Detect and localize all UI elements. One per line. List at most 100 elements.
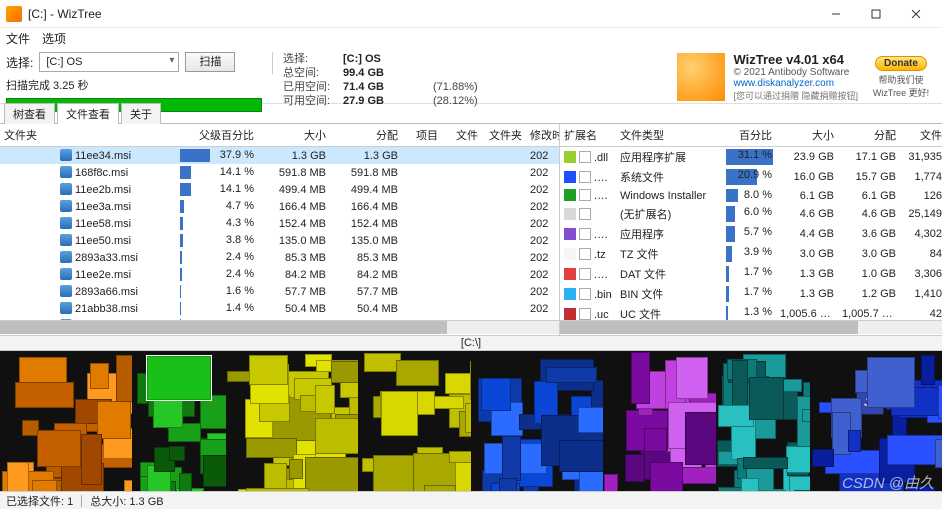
filetype-icon — [579, 171, 591, 183]
alloc-value: 1.0 GB — [838, 264, 900, 284]
menu-options[interactable]: 选项 — [42, 30, 66, 47]
treemap-column[interactable] — [0, 351, 132, 491]
size-value: 152.4 MB — [258, 215, 330, 232]
alloc-value: 1.3 GB — [330, 147, 402, 165]
pct-value: 20.9 % — [738, 167, 772, 183]
file-tree-scroll[interactable]: 文件夹 父级百分比 大小 分配 项目 文件 文件夹 修改时 11ee34.msi… — [0, 124, 559, 320]
modified-value: 202 — [526, 232, 559, 249]
treemap-column[interactable] — [716, 351, 810, 491]
color-swatch — [564, 268, 576, 280]
col-size[interactable]: 大小 — [258, 124, 330, 147]
table-row[interactable]: 11ee2b.msi14.1 %499.4 MB499.4 MB202 — [0, 181, 559, 198]
col-ext-alloc[interactable]: 分配 — [838, 124, 900, 147]
col-folder[interactable]: 文件夹 — [0, 124, 180, 147]
col-modified[interactable]: 修改时 — [526, 124, 559, 147]
col-items[interactable]: 项目 — [402, 124, 442, 147]
h-scrollbar-left[interactable] — [0, 320, 559, 334]
treemap-column[interactable] — [358, 351, 471, 491]
table-row[interactable]: 11ee50.msi3.8 %135.0 MB135.0 MB202 — [0, 232, 559, 249]
col-alloc[interactable]: 分配 — [330, 124, 402, 147]
table-row[interactable]: .msiWindows Installer8.0 %6.1 GB6.1 GB12… — [560, 187, 942, 204]
close-button[interactable] — [896, 0, 936, 28]
table-row[interactable]: .ucUC 文件1.3 %1,005.6 MB1,005.7 MB42 — [560, 304, 942, 320]
tab-file-search[interactable]: 文件查看 — [57, 103, 119, 124]
treemap[interactable]: J9 — [0, 351, 942, 491]
app-version: WizTree v4.01 x64 — [733, 52, 858, 67]
file-icon — [60, 285, 72, 297]
treemap-column[interactable] — [471, 351, 603, 491]
tab-about[interactable]: 关于 — [121, 103, 161, 124]
minimize-button[interactable] — [816, 0, 856, 28]
file-name: 11ee2b.msi — [75, 184, 131, 196]
alloc-value: 152.4 MB — [330, 215, 402, 232]
file-tree-pane: 文件夹 父级百分比 大小 分配 项目 文件 文件夹 修改时 11ee34.msi… — [0, 124, 560, 335]
menubar: 文件 选项 — [0, 28, 942, 48]
info-free-v: 27.9 GB — [343, 94, 433, 108]
alloc-value: 3.6 GB — [838, 224, 900, 244]
statusbar: 已选择文件: 1 总大小: 1.3 GB — [0, 491, 942, 509]
alloc-value: 15.7 GB — [838, 167, 900, 187]
col-type[interactable]: 文件类型 — [616, 124, 726, 147]
size-value: 4.6 GB — [776, 204, 838, 224]
table-row[interactable]: .binBIN 文件1.7 %1.3 GB1.2 GB1,410 — [560, 284, 942, 304]
table-row[interactable]: 168f8c.msi14.1 %591.8 MB591.8 MB202 — [0, 164, 559, 181]
table-row[interactable]: .sys系统文件20.9 %16.0 GB15.7 GB1,774 — [560, 167, 942, 187]
pct-value: 31.1 % — [738, 147, 772, 163]
treemap-column[interactable] — [603, 351, 716, 491]
treemap-column[interactable] — [226, 351, 358, 491]
size-value: 591.8 MB — [258, 164, 330, 181]
scan-status: 扫描完成 3.25 秒 — [6, 77, 89, 93]
pct-value: 5.7 % — [744, 224, 772, 240]
table-row[interactable]: 11ee2e.msi2.4 %84.2 MB84.2 MB202 — [0, 266, 559, 283]
col-parent-pct[interactable]: 父级百分比 — [180, 124, 258, 147]
scan-button[interactable]: 扫描 — [185, 52, 235, 72]
color-swatch — [564, 248, 576, 260]
donate-button[interactable]: Donate — [875, 56, 927, 71]
status-total-size: 总大小: 1.3 GB — [90, 493, 163, 509]
type-value: UC 文件 — [616, 304, 726, 320]
col-files[interactable]: 文件 — [442, 124, 482, 147]
menu-file[interactable]: 文件 — [6, 30, 30, 47]
alloc-value: 499.4 MB — [330, 181, 402, 198]
col-ext[interactable]: 扩展名 — [560, 124, 616, 147]
alloc-value: 50.4 MB — [330, 300, 402, 317]
table-row[interactable]: 21abb38.msi1.4 %50.4 MB50.4 MB202 — [0, 300, 559, 317]
pct-value: 1.3 % — [744, 304, 772, 320]
table-row[interactable]: 11ee58.msi4.3 %152.4 MB152.4 MB202 — [0, 215, 559, 232]
treemap-column[interactable] — [810, 351, 942, 491]
h-scrollbar-right[interactable] — [560, 320, 942, 334]
extension-pane: 扩展名 文件类型 百分比 大小 分配 文件 .dll应用程序扩展31.1 %23… — [560, 124, 942, 335]
treemap-path-label: [C:\] — [0, 336, 942, 351]
extension-scroll[interactable]: 扩展名 文件类型 百分比 大小 分配 文件 .dll应用程序扩展31.1 %23… — [560, 124, 942, 320]
table-row[interactable]: .dll应用程序扩展31.1 %23.9 GB17.1 GB31,935 — [560, 147, 942, 168]
table-row[interactable]: .datDAT 文件1.7 %1.3 GB1.0 GB3,306 — [560, 264, 942, 284]
file-tree-table: 文件夹 父级百分比 大小 分配 项目 文件 文件夹 修改时 11ee34.msi… — [0, 124, 559, 320]
col-ext-files[interactable]: 文件 — [900, 124, 942, 147]
table-row[interactable]: 11ee3a.msi4.7 %166.4 MB166.4 MB202 — [0, 198, 559, 215]
pct-value: 1.7 % — [744, 264, 772, 280]
col-pct[interactable]: 百分比 — [726, 124, 776, 147]
modified-value: 202 — [526, 147, 559, 165]
table-row[interactable]: (无扩展名)6.0 %4.6 GB4.6 GB25,149 — [560, 204, 942, 224]
alloc-value: 1,005.7 MB — [838, 304, 900, 320]
type-value: 应用程序扩展 — [616, 147, 726, 168]
window-title: [C:] - WizTree — [28, 7, 102, 21]
table-row[interactable]: 2893a33.msi2.4 %85.3 MB85.3 MB202 — [0, 249, 559, 266]
type-value: BIN 文件 — [616, 284, 726, 304]
pct-value: 2.4 % — [226, 266, 254, 282]
file-name: 11ee3a.msi — [75, 201, 131, 213]
app-url[interactable]: www.diskanalyzer.com — [733, 78, 858, 89]
drive-select[interactable]: [C:] OS — [39, 52, 179, 72]
maximize-button[interactable] — [856, 0, 896, 28]
table-row[interactable]: .exe应用程序5.7 %4.4 GB3.6 GB4,302 — [560, 224, 942, 244]
tab-tree[interactable]: 树查看 — [4, 103, 55, 124]
col-ext-size[interactable]: 大小 — [776, 124, 838, 147]
table-row[interactable]: 11ee34.msi37.9 %1.3 GB1.3 GB202 — [0, 147, 559, 165]
alloc-value: 1.2 GB — [838, 284, 900, 304]
pct-value: 6.0 % — [744, 204, 772, 220]
col-folders[interactable]: 文件夹 — [482, 124, 526, 147]
pct-value: 1.4 % — [226, 300, 254, 316]
file-name: 11ee50.msi — [75, 235, 131, 247]
table-row[interactable]: .tzTZ 文件3.9 %3.0 GB3.0 GB84 — [560, 244, 942, 264]
table-row[interactable]: 2893a66.msi1.6 %57.7 MB57.7 MB202 — [0, 283, 559, 300]
